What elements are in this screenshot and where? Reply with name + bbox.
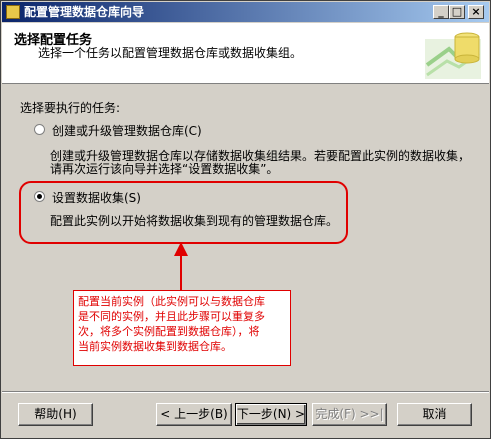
option-setup-collection-label[interactable]: 设置数据收集(S): [52, 189, 141, 206]
task-prompt: 选择要执行的任务:: [20, 101, 121, 115]
app-icon: [6, 5, 20, 19]
callout-line: 是不同的实例，并且此步骤可以重复多: [78, 310, 265, 323]
maximize-button[interactable]: □: [449, 5, 465, 19]
callout-line: 当前实例数据收集到数据仓库。: [78, 340, 232, 353]
wizard-window: 配置管理数据仓库向导 _ □ × 选择配置任务 选择一个任务以配置管理数据仓库或…: [0, 0, 491, 439]
description-line: 配置此实例以开始将数据收集到现有的管理数据仓库。: [50, 214, 339, 228]
wizard-banner-icon: [425, 32, 481, 79]
description-line: 请再次运行该向导并选择“设置数据收集”。: [50, 162, 279, 176]
page-description: 选择一个任务以配置管理数据仓库或数据收集组。: [38, 46, 303, 60]
annotation-callout: 配置当前实例（此实例可以与数据仓库 是不同的实例，并且此步骤可以重复多 次，将多…: [73, 290, 291, 366]
finish-button[interactable]: 完成(F) >>|: [312, 403, 387, 426]
footer-separator: [2, 391, 489, 393]
callout-line: 次，将多个实例配置到数据仓库），将: [78, 325, 260, 338]
option-create-upgrade-label[interactable]: 创建或升级管理数据仓库(C): [52, 122, 202, 139]
wizard-content: 选择要执行的任务: 创建或升级管理数据仓库(C) 创建或升级管理数据仓库以存储数…: [2, 84, 489, 384]
radio-create-upgrade[interactable]: [34, 124, 45, 135]
radio-setup-collection[interactable]: [34, 191, 45, 202]
window-title: 配置管理数据仓库向导: [24, 5, 145, 19]
option-create-upgrade-description: 创建或升级管理数据仓库以存储数据收集组结果。若要配置此实例的数据收集， 请再次运…: [50, 150, 470, 176]
option-setup-collection-description: 配置此实例以开始将数据收集到现有的管理数据仓库。: [50, 215, 338, 228]
back-button[interactable]: < 上一步(B): [156, 403, 232, 426]
close-button[interactable]: ×: [468, 5, 484, 19]
wizard-header: 选择配置任务 选择一个任务以配置管理数据仓库或数据收集组。: [2, 23, 489, 84]
minimize-button[interactable]: _: [433, 5, 449, 19]
next-button[interactable]: 下一步(N) >: [235, 403, 307, 426]
radio-selected-dot: [37, 194, 42, 199]
cancel-button[interactable]: 取消: [397, 403, 472, 426]
title-bar[interactable]: 配置管理数据仓库向导 _ □ ×: [2, 2, 489, 22]
callout-line: 配置当前实例（此实例可以与数据仓库: [78, 295, 265, 308]
help-button[interactable]: 帮助(H): [18, 403, 93, 426]
